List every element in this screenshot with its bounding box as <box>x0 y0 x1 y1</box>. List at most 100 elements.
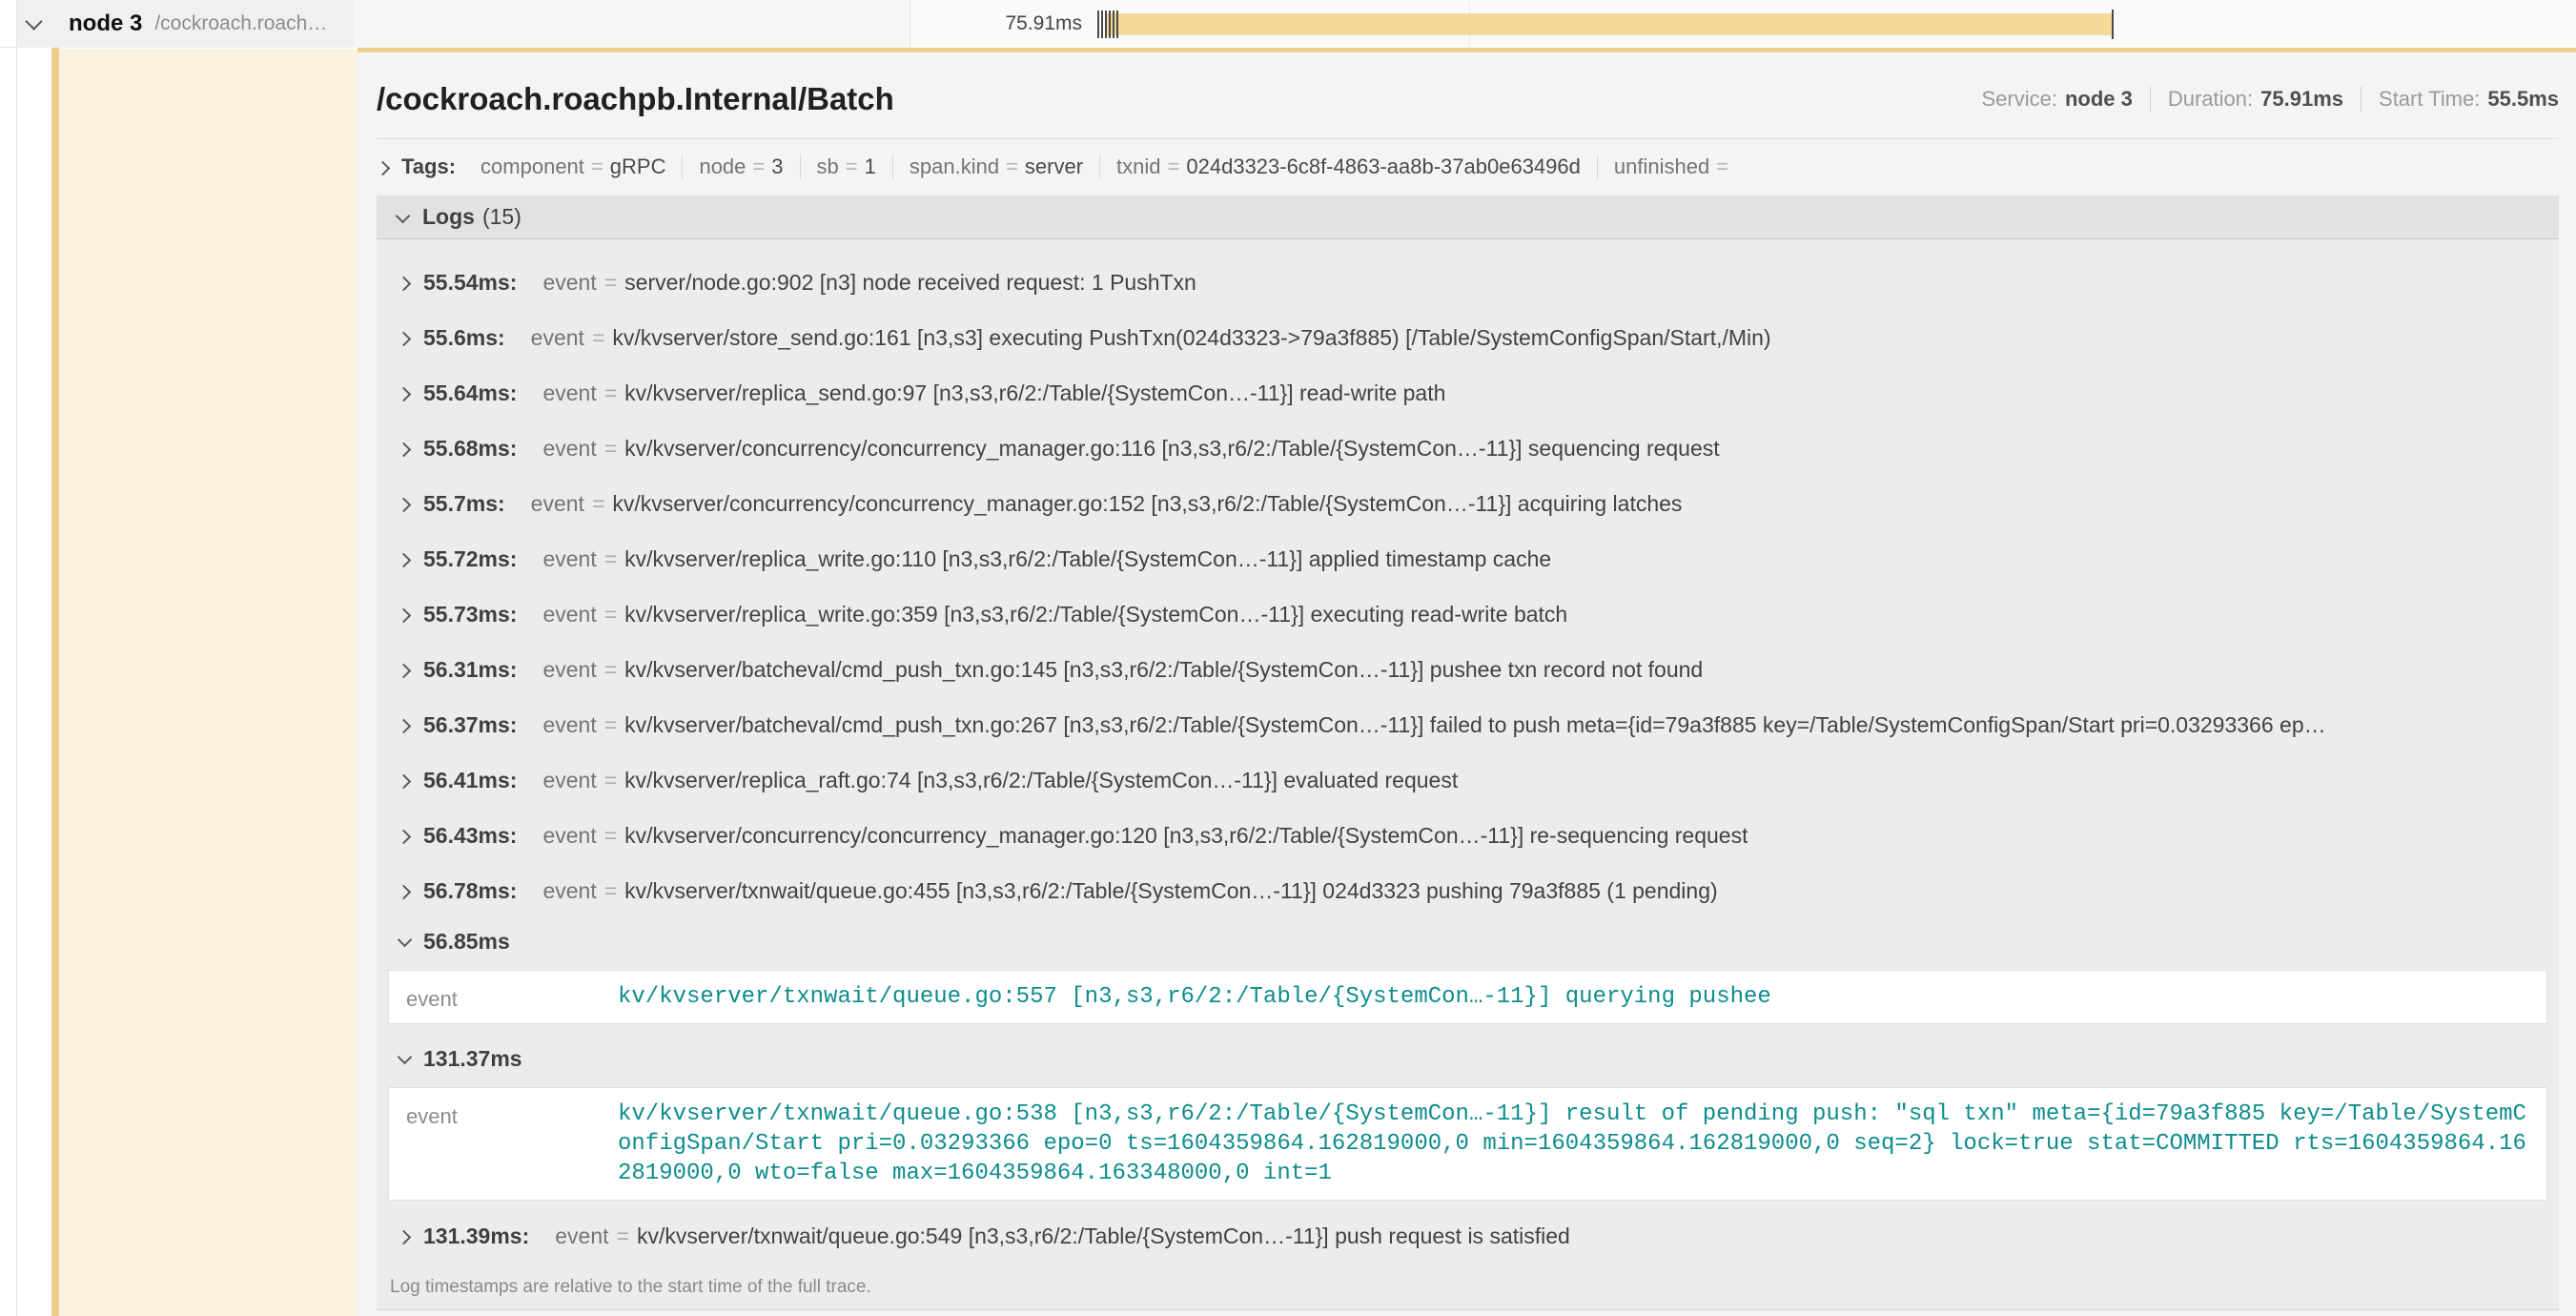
equals-sign: = <box>1716 154 1728 178</box>
log-entry[interactable]: 56.41ms: event = kv/kvserver/replica_raft.g… <box>377 752 2559 808</box>
log-entry[interactable]: 56.43ms:event=kv/kvserver/concurrency/co… <box>377 808 2559 863</box>
chevron-down-icon[interactable] <box>26 15 43 32</box>
chevron-right-icon <box>398 553 411 566</box>
duration-value: 75.91ms <box>2260 87 2343 112</box>
tag-separator <box>800 154 801 179</box>
log-field-key: event <box>542 270 596 295</box>
log-field-value: kv/kvserver/store_send.go:161 [n3,s3] ex… <box>612 325 1770 350</box>
equals-sign: = <box>1006 154 1018 178</box>
log-entry[interactable]: 56.37ms:event=kv/kvserver/batcheval/cmd_… <box>377 697 2559 752</box>
log-entry-expanded[interactable]: 56.85ms <box>377 920 2559 962</box>
log-marker <box>1109 10 1111 38</box>
tag-item-unfinished: unfinished= <box>1614 154 1735 179</box>
log-timestamp: 56.85ms <box>423 929 510 955</box>
equals-sign: = <box>617 1223 629 1248</box>
log-timestamp: 56.31ms: <box>423 657 517 683</box>
log-fields-table: eventkv/kvserver/txnwait/queue.go:557 [n… <box>388 970 2547 1024</box>
equals-sign: = <box>846 154 858 178</box>
logs-section: Logs (15) 55.54ms:event=server/node.go:9… <box>377 195 2559 1310</box>
span-bar-row[interactable]: node 3 /cockroach.roach… 75.91ms <box>0 0 2576 48</box>
tags-toggle[interactable]: Tags: component=gRPCnode=3sb=1span.kind=… <box>377 149 2559 185</box>
log-timestamp: 55.7ms: <box>423 491 505 517</box>
log-field-value: kv/kvserver/replica_raft.go:74 [n3,s3,r6… <box>624 768 1458 792</box>
meta-separator <box>2150 87 2151 112</box>
log-field-value: kv/kvserver/concurrency/concurrency_mana… <box>624 436 1719 461</box>
logs-count: (15) <box>482 204 521 230</box>
chevron-right-icon <box>398 664 411 677</box>
log-field-key: event <box>555 1223 608 1248</box>
log-entry[interactable]: 131.39ms:event=kv/kvserver/txnwait/queue… <box>377 1208 2559 1264</box>
tag-key: sb <box>817 154 839 178</box>
logs-toggle[interactable]: Logs (15) <box>377 195 2559 239</box>
equals-sign: = <box>604 270 617 295</box>
log-timestamp: 131.37ms <box>423 1046 522 1072</box>
log-field-value: kv/kvserver/txnwait/queue.go:549 [n3,s3,… <box>637 1223 1570 1248</box>
log-fields-table: eventkv/kvserver/txnwait/queue.go:538 [n… <box>388 1087 2547 1201</box>
log-field-value: kv/kvserver/replica_write.go:110 [n3,s3,… <box>624 546 1551 571</box>
log-entry[interactable]: 56.78ms:event=kv/kvserver/txnwait/queue.… <box>377 863 2559 918</box>
equals-sign: = <box>604 712 617 737</box>
log-field-row: eventkv/kvserver/txnwait/queue.go:557 [n… <box>406 982 2529 1012</box>
log-entry[interactable]: 55.68ms:event=kv/kvserver/concurrency/co… <box>377 421 2559 476</box>
log-entry-expanded[interactable]: 131.37ms <box>377 1038 2559 1080</box>
chevron-right-icon <box>398 830 411 843</box>
service-label: Service: <box>1981 87 2056 112</box>
log-timestamp: 56.78ms: <box>423 878 517 904</box>
log-message: event = kv/kvserver/replica_raft.go:74 [n3… <box>542 768 1458 793</box>
log-timestamp: 56.43ms: <box>423 823 517 849</box>
logs-body: 55.54ms:event=server/node.go:902 [n3] no… <box>377 239 2559 1264</box>
log-message: event = kv/kvserver/txnwait/queue.go:549 [… <box>555 1223 1570 1249</box>
log-entry[interactable]: 55.73ms:event=kv/kvserver/replica_write.… <box>377 586 2559 642</box>
log-entry[interactable]: 55.6ms: event = kv/kvserver/store_send.go:1… <box>377 310 2559 365</box>
log-message: event=kv/kvserver/concurrency/concurrenc… <box>531 491 1683 517</box>
log-message: event = kv/kvserver/store_send.go:161 [n3,… <box>531 325 1771 351</box>
header-divider <box>377 138 2559 139</box>
tag-key: node <box>699 154 746 178</box>
chevron-down-icon <box>396 211 409 224</box>
log-field-key: event <box>406 1100 618 1188</box>
span-timeline-cell[interactable]: 75.91ms <box>910 0 2576 48</box>
tag-separator <box>1099 154 1100 179</box>
equals-sign: = <box>604 768 617 792</box>
span-detail-title: /cockroach.roachpb.Internal/Batch <box>377 77 894 121</box>
equals-sign: = <box>591 154 603 178</box>
log-field-key: event <box>542 436 596 461</box>
log-entry[interactable]: 55.64ms:event=kv/kvserver/replica_send.g… <box>377 365 2559 421</box>
log-field-value: kv/kvserver/batcheval/cmd_push_txn.go:14… <box>624 657 1703 682</box>
log-field-key: event <box>531 325 584 350</box>
chevron-right-icon <box>398 885 411 898</box>
tag-value: 1 <box>865 154 876 178</box>
tag-value: 3 <box>771 154 783 178</box>
log-message: event=kv/kvserver/batcheval/cmd_push_txn… <box>542 657 1703 683</box>
equals-sign: = <box>604 823 617 848</box>
log-entry[interactable]: 55.7ms: event=kv/kvserver/concurrency/con… <box>377 476 2559 531</box>
log-field-key: event <box>542 657 596 682</box>
log-entry[interactable]: 56.31ms: event=kv/kvserver/batcheval/cmd_… <box>377 642 2559 697</box>
logs-footer-note: Log timestamps are relative to the start… <box>377 1264 2559 1309</box>
tag-item-node: node=3 <box>699 154 783 179</box>
span-service-name: node 3 <box>69 10 142 37</box>
chevron-right-icon <box>377 161 388 173</box>
log-message: event=kv/kvserver/concurrency/concurrenc… <box>542 436 1719 462</box>
tag-item-txnid: txnid=024d3323-6c8f-4863-aa8b-37ab0e6349… <box>1116 154 1581 179</box>
tag-value: 024d3323-6c8f-4863-aa8b-37ab0e63496d <box>1186 154 1580 178</box>
chevron-right-icon <box>398 1230 411 1244</box>
log-entry[interactable]: 55.72ms:event=kv/kvserver/replica_write.… <box>377 531 2559 586</box>
equals-sign: = <box>592 325 604 350</box>
chevron-right-icon <box>398 387 411 401</box>
log-field-row: eventkv/kvserver/txnwait/queue.go:538 [n… <box>406 1100 2529 1188</box>
span-name-cell[interactable]: node 3 /cockroach.roach… <box>17 0 354 48</box>
chevron-right-icon <box>398 498 411 511</box>
equals-sign: = <box>592 491 604 516</box>
log-timestamp: 55.72ms: <box>423 546 517 572</box>
log-field-key: event <box>542 768 596 792</box>
span-operation-name: /cockroach.roach… <box>154 12 327 35</box>
log-timestamp: 56.41ms: <box>423 768 517 793</box>
log-timestamp: 55.6ms: <box>423 325 505 351</box>
log-marker <box>1105 10 1107 38</box>
log-message: event=server/node.go:902 [n3] node recei… <box>542 270 1196 296</box>
log-marker <box>1101 10 1103 38</box>
span-bar[interactable] <box>1105 13 2112 35</box>
log-entry[interactable]: 55.54ms:event=server/node.go:902 [n3] no… <box>377 255 2559 310</box>
log-message: event=kv/kvserver/replica_write.go:359 [… <box>542 602 1567 627</box>
